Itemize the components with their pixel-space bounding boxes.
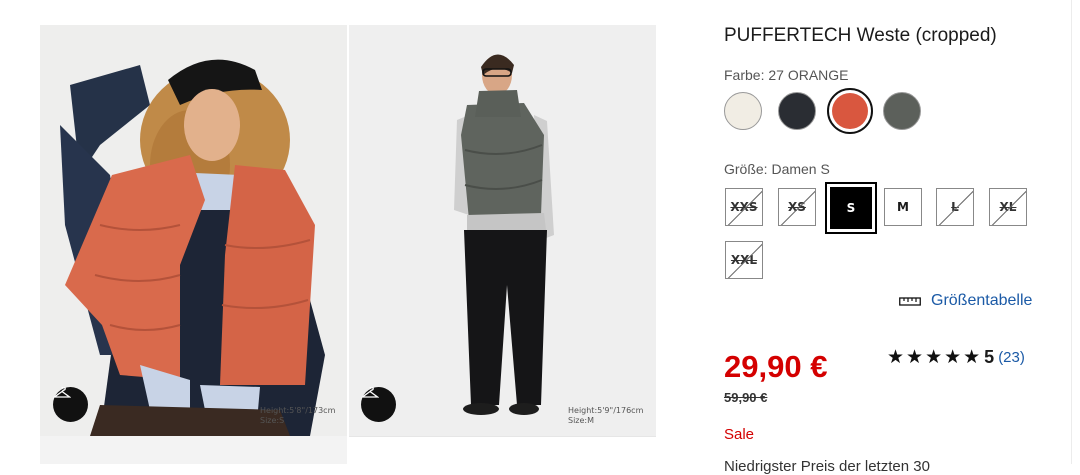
size-option-xxs[interactable]: XXS — [725, 188, 763, 226]
size-option-label: S — [846, 201, 856, 215]
product-rating: ★★★★★ 5 (23) — [887, 346, 1025, 369]
original-price: 59,90 € — [724, 390, 768, 405]
product-title: PUFFERTECH Weste (cropped) — [724, 25, 997, 46]
sale-label: Sale — [724, 426, 755, 443]
model-size: Size:M — [568, 416, 595, 425]
rating-stars-icon: ★★★★★ — [887, 347, 983, 368]
lowest-price-note: Niedrigster Preis der letzten 30 — [724, 458, 930, 475]
model-illustration-2 — [349, 25, 656, 436]
size-option-xs[interactable]: XS — [778, 188, 816, 226]
page-edge-divider — [1071, 0, 1072, 464]
color-swatch-navy[interactable] — [778, 92, 816, 130]
try-on-button[interactable] — [53, 387, 88, 422]
model-info: Height:5'8"/173cm Size:S — [260, 406, 335, 426]
size-option-m[interactable]: M — [884, 188, 922, 226]
sale-price: 29,90 € — [724, 349, 828, 384]
product-gallery: Height:5'8"/173cm Size:S Height:5'9"/176… — [40, 25, 656, 465]
try-on-button[interactable] — [361, 387, 396, 422]
size-chart-link[interactable]: Größentabelle — [899, 292, 1032, 310]
color-swatch-orange-fill — [832, 93, 868, 129]
color-label: Farbe: 27 ORANGE — [724, 67, 849, 83]
hanger-icon — [53, 387, 71, 398]
product-image-green[interactable]: Height:5'9"/176cm Size:M — [349, 25, 656, 436]
model-height: Height:5'8"/173cm — [260, 406, 336, 415]
size-option-label: L — [951, 200, 959, 214]
size-option-xxl[interactable]: XXL — [725, 241, 763, 279]
model-illustration-1 — [40, 25, 347, 436]
size-option-label: XS — [788, 200, 806, 214]
ruler-icon — [899, 297, 921, 306]
hanger-icon — [361, 387, 379, 398]
size-option-label: XL — [999, 200, 1017, 214]
color-swatch-off-white[interactable] — [724, 92, 762, 130]
size-option-xl[interactable]: XL — [989, 188, 1027, 226]
size-option-label: XXS — [730, 200, 758, 214]
size-option-s[interactable]: S — [825, 182, 877, 234]
size-option-l[interactable]: L — [936, 188, 974, 226]
product-image-next[interactable] — [40, 436, 347, 464]
model-info: Height:5'9"/176cm Size:M — [568, 406, 643, 426]
product-details: PUFFERTECH Weste (cropped) Farbe: 27 ORA… — [724, 0, 1054, 475]
product-image-orange[interactable]: Height:5'8"/173cm Size:S — [40, 25, 347, 436]
color-swatch-dark-green[interactable] — [883, 92, 921, 130]
product-image-next[interactable] — [349, 436, 656, 465]
size-chart-label: Größentabelle — [931, 292, 1033, 309]
size-label: Größe: Damen S — [724, 161, 830, 177]
model-height: Height:5'9"/176cm — [568, 406, 644, 415]
size-option-label: XXL — [730, 253, 758, 267]
review-count-link[interactable]: (23) — [998, 349, 1025, 366]
color-swatch-orange[interactable] — [827, 88, 873, 134]
model-size: Size:S — [260, 416, 285, 425]
size-option-label: M — [897, 200, 909, 214]
rating-value: 5 — [984, 347, 995, 367]
